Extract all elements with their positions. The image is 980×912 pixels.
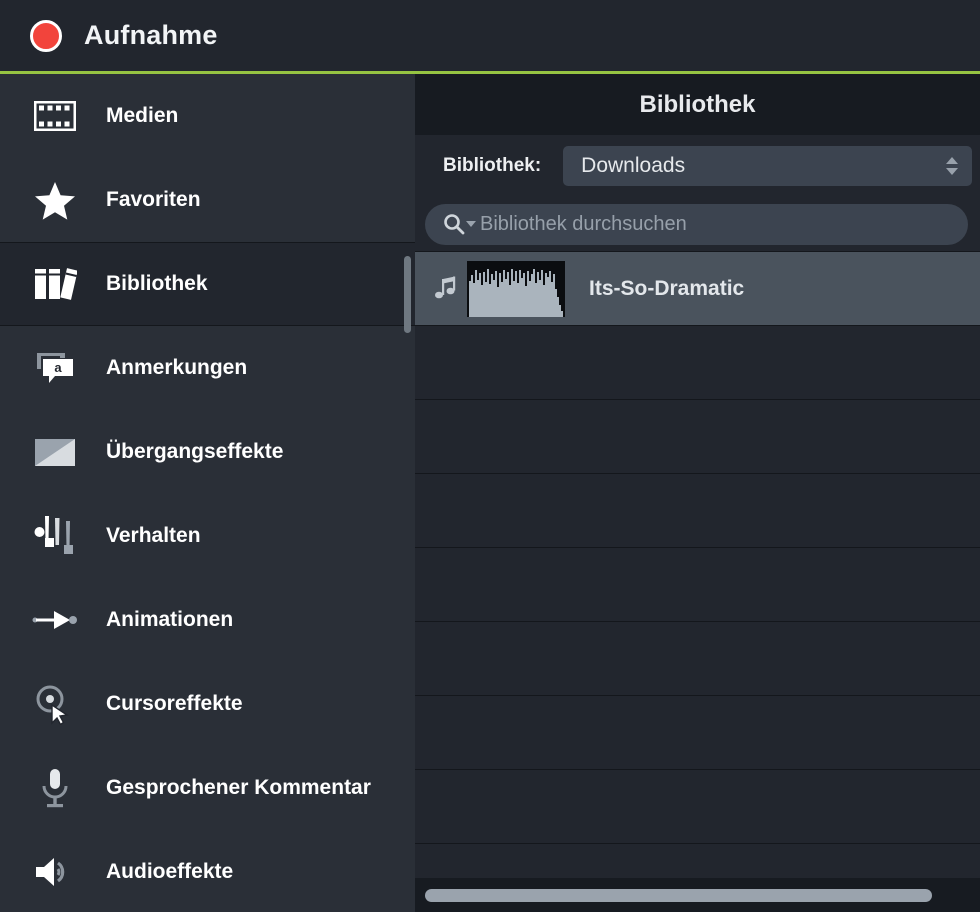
stepper-arrows-icon[interactable] [946, 157, 966, 175]
behaviors-icon [32, 513, 78, 559]
svg-text:a: a [54, 360, 62, 375]
sidebar-item-cursoreffekte[interactable]: Cursoreffekte [0, 662, 415, 746]
sidebar-item-label: Animationen [106, 608, 234, 631]
app-title: Aufnahme [84, 20, 218, 50]
arrow-keyframe-icon [32, 597, 78, 643]
sidebar-item-animationen[interactable]: Animationen [0, 578, 415, 662]
sidebar-item-label: Favoriten [106, 188, 201, 211]
list-item[interactable] [415, 622, 980, 696]
callout-a-icon: a [32, 345, 78, 391]
sidebar-item-label: Gesprochener Kommentar [106, 776, 371, 799]
microphone-icon [32, 765, 78, 811]
sidebar: Medien Favoriten Bibliothek a Anmerkunge… [0, 74, 415, 912]
library-horizontal-scrollbar[interactable] [415, 878, 980, 912]
search-row: Bibliothek durchsuchen [415, 197, 980, 251]
cursor-target-icon [32, 681, 78, 727]
sidebar-item-verhalten[interactable]: Verhalten [0, 494, 415, 578]
list-item[interactable] [415, 326, 980, 400]
audio-waveform-thumbnail [467, 260, 565, 317]
sidebar-item-bibliothek[interactable]: Bibliothek [0, 242, 415, 326]
page-title: Bibliothek [639, 90, 756, 118]
sidebar-item-medien[interactable]: Medien [0, 74, 415, 158]
sidebar-item-label: Bibliothek [106, 272, 208, 295]
list-item[interactable] [415, 696, 980, 770]
list-item[interactable] [415, 400, 980, 474]
library-list: Its-So-Dramatic [415, 251, 980, 878]
speaker-icon [32, 849, 78, 895]
main-body: Medien Favoriten Bibliothek a Anmerkunge… [0, 74, 980, 912]
star-icon [32, 177, 78, 223]
search-placeholder: Bibliothek durchsuchen [480, 212, 687, 235]
list-item[interactable] [415, 548, 980, 622]
sidebar-item-label: Anmerkungen [106, 356, 248, 379]
search-icon[interactable] [443, 213, 465, 235]
library-panel: Bibliothek Bibliothek: Downloads Bibliot… [415, 74, 980, 912]
panel-header: Bibliothek [415, 74, 980, 135]
titlebar: Aufnahme [0, 0, 980, 71]
list-item-title: Its-So-Dramatic [589, 276, 745, 300]
arrow-up-icon [946, 157, 958, 164]
books-icon [32, 261, 78, 307]
list-item[interactable] [415, 770, 980, 844]
arrow-down-icon [946, 168, 958, 175]
sidebar-item-anmerkungen[interactable]: a Anmerkungen [0, 326, 415, 410]
sidebar-vertical-scrollbar[interactable] [404, 256, 411, 333]
record-circle-icon [30, 19, 62, 52]
list-item[interactable] [415, 474, 980, 548]
sidebar-item-audioeffekte[interactable]: Audioeffekte [0, 830, 415, 912]
library-select[interactable]: Downloads [563, 146, 972, 186]
sidebar-item-favoriten[interactable]: Favoriten [0, 158, 415, 242]
music-note-icon [429, 275, 463, 303]
list-item[interactable]: Its-So-Dramatic [415, 252, 980, 326]
transition-icon [32, 429, 78, 475]
sidebar-item-label: Verhalten [106, 524, 201, 547]
sidebar-item-label: Cursoreffekte [106, 692, 243, 715]
scrollbar-thumb[interactable] [425, 888, 932, 902]
search-input[interactable]: Bibliothek durchsuchen [425, 203, 968, 245]
chevron-down-icon[interactable] [466, 221, 476, 227]
app-window: Aufnahme Medien Favoriten Bibliothek a A… [0, 0, 980, 912]
library-picker-row: Bibliothek: Downloads [415, 135, 980, 197]
sidebar-item-label: Übergangseffekte [106, 440, 284, 463]
library-select-value: Downloads [581, 154, 686, 177]
sidebar-item-label: Medien [106, 104, 179, 127]
sidebar-item-uebergangseffekte[interactable]: Übergangseffekte [0, 410, 415, 494]
library-picker-label: Bibliothek: [443, 155, 542, 176]
sidebar-item-gesprochener-kommentar[interactable]: Gesprochener Kommentar [0, 746, 415, 830]
film-strip-icon [32, 93, 78, 139]
sidebar-item-label: Audioeffekte [106, 860, 234, 883]
